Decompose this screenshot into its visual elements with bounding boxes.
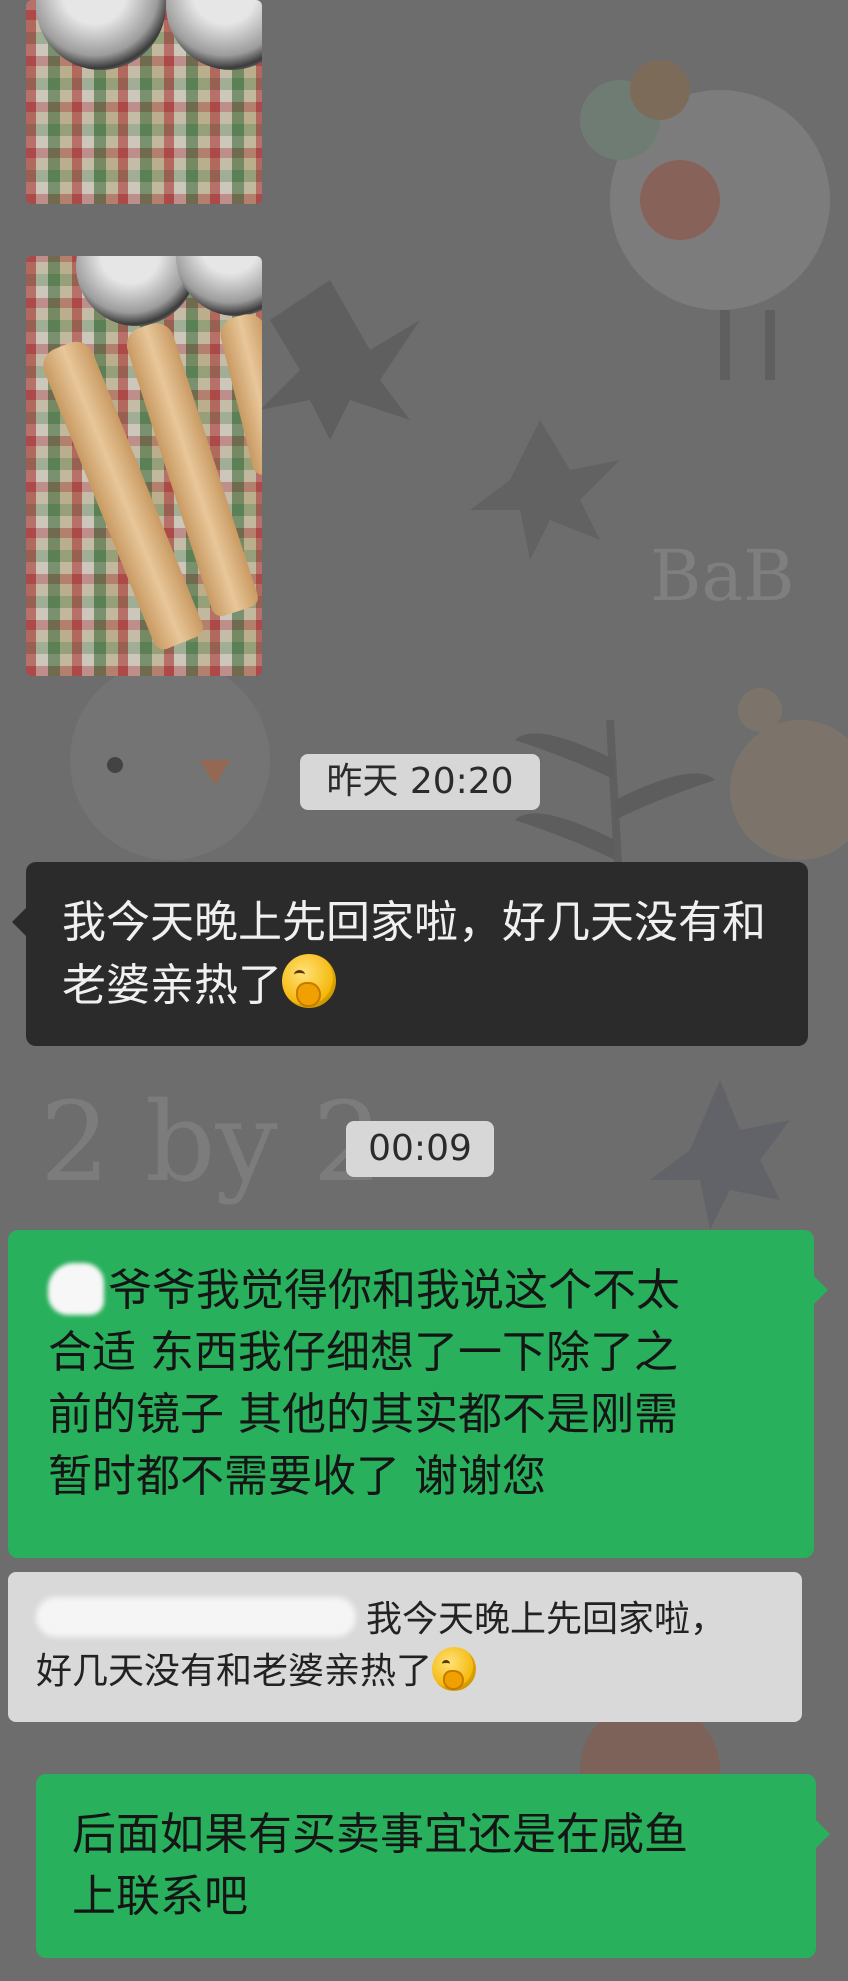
- pan-shape-2: [166, 0, 262, 70]
- message-line: 上联系吧: [72, 1871, 248, 1922]
- message-bubble-outgoing[interactable]: 爷爷我觉得你和我说这个不太 合适 东西我仔细想了一下除了之 前的镜子 其他的其实…: [8, 1230, 828, 1558]
- pan-shape-4: [176, 256, 262, 316]
- message-line: 暂时都不需要收了 谢谢您: [48, 1451, 546, 1502]
- wallpaper-text-bab: BaB: [650, 535, 795, 617]
- message-bubble-incoming[interactable]: 我今天晚上先回家啦，好几天没有和老婆亲热了: [12, 862, 808, 1046]
- chick-eye-shape: [107, 757, 123, 773]
- quoted-message[interactable]: 我今天晚上先回家啦， 好几天没有和老婆亲热了: [8, 1572, 802, 1722]
- thinking-face-icon: [432, 1647, 477, 1691]
- wallpaper-text-2by2: 2 by 2: [40, 1078, 382, 1206]
- message-text: 爷爷我觉得你和我说这个不太: [108, 1265, 680, 1316]
- timestamp: 昨天 20:20: [300, 754, 540, 810]
- message-line: 前的镜子 其他的其实都不是刚需: [48, 1389, 678, 1440]
- spatula-shape-3: [216, 310, 262, 477]
- message-line: 爷爷我觉得你和我说这个不太: [48, 1260, 774, 1322]
- quote-text: 我今天晚上先回家啦，: [366, 1599, 727, 1640]
- bear-ear-shape: [738, 688, 782, 732]
- quote-line: 好几天没有和老婆亲热了: [36, 1646, 778, 1698]
- message-text: 我今天晚上先回家啦，好几天没有和老婆亲热了: [62, 897, 766, 1011]
- bird-leg-shape-2: [765, 310, 775, 380]
- leaf-shape-2: [470, 420, 620, 560]
- chick-shape: [70, 660, 270, 860]
- leaf-shape-3: [650, 1080, 790, 1230]
- quote-text: 好几天没有和老婆亲热了: [36, 1651, 433, 1692]
- redacted-name: [36, 1597, 356, 1637]
- image-message-spatulas[interactable]: [26, 256, 262, 676]
- message-bubble-outgoing[interactable]: 后面如果有买卖事宜还是在咸鱼 上联系吧: [36, 1774, 830, 1958]
- pan-shape: [36, 0, 166, 70]
- bird-feather-shape-2: [630, 60, 690, 120]
- image-message-pans[interactable]: [26, 0, 262, 204]
- redacted-name: [48, 1263, 104, 1315]
- quote-line: 我今天晚上先回家啦，: [36, 1594, 778, 1646]
- message-line: 合适 东西我仔细想了一下除了之: [48, 1327, 678, 1378]
- timestamp: 00:09: [346, 1121, 494, 1177]
- bear-head-shape: [730, 720, 848, 860]
- leaf-shape: [260, 280, 420, 440]
- thinking-face-icon: [282, 954, 336, 1008]
- message-line: 后面如果有买卖事宜还是在咸鱼: [72, 1809, 688, 1860]
- bird-leg-shape: [720, 310, 730, 380]
- bird-cheek-shape: [640, 160, 720, 240]
